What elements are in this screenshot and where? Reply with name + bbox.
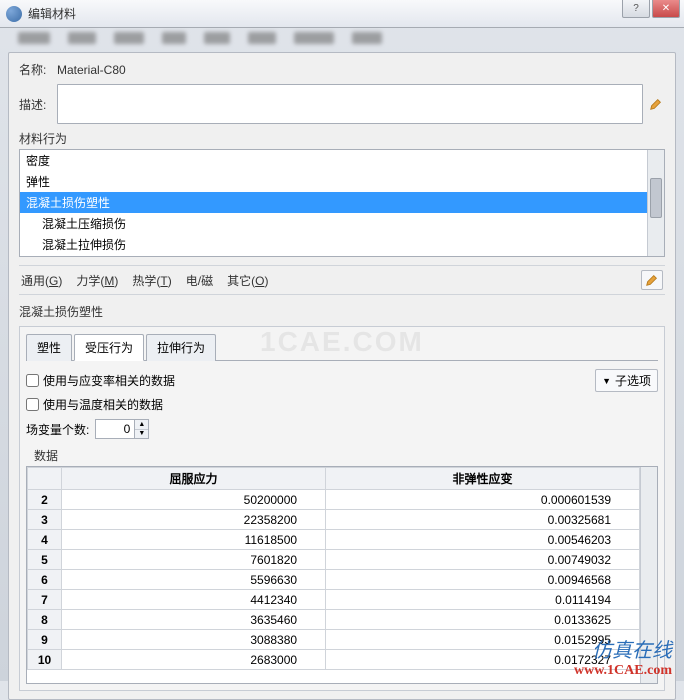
tabs: 塑性受压行为拉伸行为 [26, 333, 658, 361]
behavior-list[interactable]: 密度弹性混凝土损伤塑性混凝土压缩损伤混凝土拉伸损伤 [19, 149, 665, 257]
cell-yield[interactable]: 11618500 [62, 530, 326, 550]
behavior-item[interactable]: 弹性 [20, 171, 664, 192]
field-var-input[interactable] [96, 420, 134, 438]
watermark-line2: www.1CAE.com [574, 663, 672, 679]
col-inelastic-strain: 非弹性应变 [326, 468, 640, 490]
cell-yield[interactable]: 7601820 [62, 550, 326, 570]
behavior-item[interactable]: 密度 [20, 150, 664, 171]
tab[interactable]: 受压行为 [74, 334, 144, 361]
row-header-corner [28, 468, 62, 490]
tab[interactable]: 拉伸行为 [146, 334, 216, 361]
cell-strain[interactable]: 0.00325681 [326, 510, 640, 530]
chevron-down-icon: ▼ [602, 376, 611, 386]
col-yield-stress: 屈服应力 [62, 468, 326, 490]
watermark: 仿真在线 www.1CAE.com [574, 634, 672, 679]
behavior-item[interactable]: 混凝土压缩损伤 [20, 213, 664, 234]
category-menu: 通用(G) 力学(M) 热学(T) 电/磁 其它(O) [19, 265, 665, 295]
scrollbar[interactable] [647, 150, 664, 256]
menu-other[interactable]: 其它(O) [227, 272, 268, 289]
table-row[interactable]: 2502000000.000601539 [28, 490, 640, 510]
row-number: 5 [28, 550, 62, 570]
data-table[interactable]: 屈服应力 非弹性应变 2502000000.000601539322358200… [27, 467, 640, 670]
blurred-toolbar [0, 28, 684, 52]
strain-rate-checkbox[interactable] [26, 374, 39, 387]
sub-options-button[interactable]: ▼ 子选项 [595, 369, 658, 392]
desc-label: 描述: [19, 96, 57, 113]
watermark-line1: 仿真在线 [574, 634, 672, 663]
table-row[interactable]: 4116185000.00546203 [28, 530, 640, 550]
behavior-item[interactable]: 混凝土拉伸损伤 [20, 234, 664, 255]
edit-behavior-button[interactable] [641, 270, 663, 290]
cell-strain[interactable]: 0.0133625 [326, 610, 640, 630]
sub-panel: 塑性受压行为拉伸行为 使用与应变率相关的数据 ▼ 子选项 使用与温度相关的数据 … [19, 326, 665, 691]
table-row[interactable]: 930883800.0152995 [28, 630, 640, 650]
spin-down-button[interactable]: ▼ [135, 430, 148, 439]
cell-yield[interactable]: 3088380 [62, 630, 326, 650]
behavior-item[interactable]: 混凝土损伤塑性 [20, 192, 664, 213]
field-var-spinbox[interactable]: ▲ ▼ [95, 419, 149, 439]
spin-up-button[interactable]: ▲ [135, 420, 148, 430]
table-row[interactable]: 655966300.00946568 [28, 570, 640, 590]
pencil-icon [645, 273, 659, 287]
row-number: 9 [28, 630, 62, 650]
cell-strain[interactable]: 0.00946568 [326, 570, 640, 590]
description-input[interactable] [57, 84, 643, 124]
help-button[interactable]: ? [622, 0, 650, 18]
temperature-label: 使用与温度相关的数据 [43, 396, 163, 413]
cell-yield[interactable]: 2683000 [62, 650, 326, 670]
dialog-body: 名称: Material-C80 描述: 材料行为 密度弹性混凝土损伤塑性混凝土… [8, 52, 676, 700]
cell-yield[interactable]: 4412340 [62, 590, 326, 610]
row-number: 3 [28, 510, 62, 530]
field-var-label: 场变量个数: [26, 421, 89, 438]
cell-yield[interactable]: 5596630 [62, 570, 326, 590]
cell-yield[interactable]: 3635460 [62, 610, 326, 630]
cell-strain[interactable]: 0.00749032 [326, 550, 640, 570]
cell-yield[interactable]: 22358200 [62, 510, 326, 530]
titlebar: 编辑材料 ? ✕ [0, 0, 684, 28]
table-row[interactable]: 836354600.0133625 [28, 610, 640, 630]
edit-description-button[interactable] [647, 95, 665, 113]
row-number: 4 [28, 530, 62, 550]
table-row[interactable]: 1026830000.0172327 [28, 650, 640, 670]
menu-mechanical[interactable]: 力学(M) [76, 272, 118, 289]
tab[interactable]: 塑性 [26, 334, 72, 361]
menu-general[interactable]: 通用(G) [21, 272, 62, 289]
row-number: 10 [28, 650, 62, 670]
scrollbar-thumb[interactable] [650, 178, 662, 218]
cell-strain[interactable]: 0.00546203 [326, 530, 640, 550]
row-number: 8 [28, 610, 62, 630]
table-row[interactable]: 3223582000.00325681 [28, 510, 640, 530]
table-row[interactable]: 576018200.00749032 [28, 550, 640, 570]
table-row[interactable]: 744123400.0114194 [28, 590, 640, 610]
pencil-icon [649, 97, 663, 111]
data-heading: 数据 [34, 447, 658, 464]
cell-strain[interactable]: 0.000601539 [326, 490, 640, 510]
name-value: Material-C80 [57, 63, 126, 77]
row-number: 2 [28, 490, 62, 510]
cell-yield[interactable]: 50200000 [62, 490, 326, 510]
temperature-checkbox[interactable] [26, 398, 39, 411]
row-number: 7 [28, 590, 62, 610]
cell-strain[interactable]: 0.0114194 [326, 590, 640, 610]
window-title: 编辑材料 [28, 5, 76, 22]
sub-heading: 混凝土损伤塑性 [19, 303, 665, 320]
app-icon [6, 6, 22, 22]
data-table-wrap: 屈服应力 非弹性应变 2502000000.000601539322358200… [26, 466, 658, 684]
name-label: 名称: [19, 61, 57, 78]
row-number: 6 [28, 570, 62, 590]
menu-thermal[interactable]: 热学(T) [132, 272, 171, 289]
close-button[interactable]: ✕ [652, 0, 680, 18]
strain-rate-label: 使用与应变率相关的数据 [43, 372, 175, 389]
menu-em[interactable]: 电/磁 [186, 272, 213, 289]
behavior-heading: 材料行为 [19, 130, 665, 147]
